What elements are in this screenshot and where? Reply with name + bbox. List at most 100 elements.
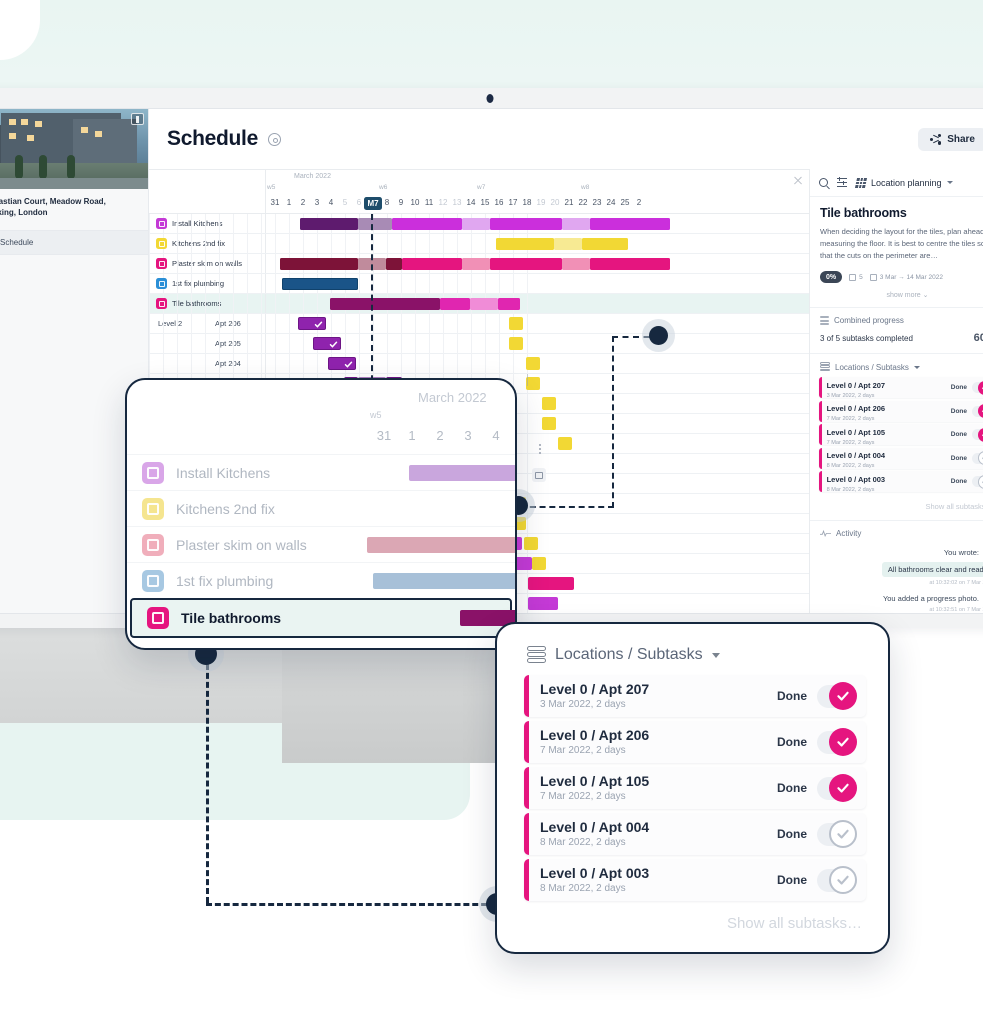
detail-scroll[interactable]: Tile bathrooms When deciding the layout … <box>810 197 983 613</box>
gantt-day-4[interactable]: 4 <box>324 198 338 207</box>
callout-day-4[interactable]: 4 <box>482 428 510 443</box>
callout-task-row[interactable]: Tile bathrooms <box>130 598 515 638</box>
gantt-bar[interactable] <box>528 577 574 590</box>
gear-icon[interactable] <box>267 132 281 146</box>
subtask-done-toggle[interactable] <box>817 866 857 894</box>
gantt-day-11[interactable]: 11 <box>422 198 436 207</box>
subtask-row[interactable]: Level 0 / Apt 206 7 Mar 2022, 2 days Done <box>819 400 983 422</box>
gantt-day-15[interactable]: 15 <box>478 198 492 207</box>
gantt-bar[interactable] <box>582 238 628 250</box>
subtask-done-toggle[interactable] <box>972 451 983 465</box>
callout-subtask-header[interactable]: Locations / Subtasks <box>497 624 888 664</box>
callout-subtask-row[interactable]: Level 0 / Apt 105 7 Mar 2022, 2 days Done <box>524 767 866 809</box>
gantt-bar[interactable] <box>392 218 462 230</box>
subtask-row[interactable]: Level 0 / Apt 105 7 Mar 2022, 2 days Done <box>819 424 983 445</box>
callout-day-31[interactable]: 31 <box>370 428 398 443</box>
gantt-day-9[interactable]: 9 <box>394 198 408 207</box>
callout-task-row[interactable]: 1st fix plumbing <box>127 562 515 598</box>
expand-photo-icon[interactable] <box>131 113 144 125</box>
gantt-day-8[interactable]: 8 <box>380 198 394 207</box>
subtask-done-toggle[interactable] <box>972 474 983 489</box>
subtask-done-toggle[interactable] <box>817 682 857 710</box>
gantt-bar[interactable] <box>524 537 538 550</box>
gantt-bar[interactable] <box>470 298 498 310</box>
photo-icon[interactable] <box>532 468 546 482</box>
callout-subtask-row[interactable]: Level 0 / Apt 206 7 Mar 2022, 2 days Done <box>524 721 866 763</box>
gantt-bar[interactable] <box>554 238 582 250</box>
share-button[interactable]: Share <box>918 127 983 151</box>
gantt-bar[interactable] <box>358 218 392 230</box>
show-all-subtasks-button[interactable]: Show all subtasks… <box>810 495 983 521</box>
gantt-day-5[interactable]: 5 <box>338 198 352 207</box>
gantt-bar[interactable] <box>462 218 490 230</box>
callout-subtask-row[interactable]: Level 0 / Apt 003 8 Mar 2022, 2 days Done <box>524 859 866 901</box>
gantt-row-1st-fix-plumbing[interactable]: 1st fix plumbing <box>149 274 809 294</box>
view-selector[interactable]: Location planning <box>854 177 953 188</box>
gantt-row-tile-bathrooms[interactable]: Tile bathrooms <box>149 294 809 314</box>
callout-gantt-bar[interactable] <box>367 536 515 553</box>
gantt-row-kitchens-2nd-fix[interactable]: Kitchens 2nd fix <box>149 234 809 254</box>
gantt-bar[interactable] <box>282 278 358 290</box>
subtask-row[interactable]: Level 0 / Apt 003 8 Mar 2022, 2 days Done <box>819 471 983 492</box>
callout-gantt-bar[interactable] <box>373 572 515 589</box>
gantt-bar[interactable] <box>496 238 554 250</box>
subtask-done-toggle[interactable] <box>972 427 983 442</box>
gantt-bar[interactable] <box>526 357 540 370</box>
show-more-button[interactable]: show more ⌄ <box>810 283 983 308</box>
gantt-bar[interactable] <box>528 597 558 610</box>
gantt-day-24[interactable]: 24 <box>604 198 618 207</box>
gantt-day-22[interactable]: 22 <box>576 198 590 207</box>
callout-subtask-row[interactable]: Level 0 / Apt 207 3 Mar 2022, 2 days Done <box>524 675 866 717</box>
gantt-day-12[interactable]: 12 <box>436 198 450 207</box>
gantt-day-20[interactable]: 20 <box>548 198 562 207</box>
callout-show-all-button[interactable]: Show all subtasks… <box>497 905 888 932</box>
filter-icon[interactable] <box>837 177 847 187</box>
gantt-day-10[interactable]: 10 <box>408 198 422 207</box>
gantt-day-1[interactable]: 1 <box>282 198 296 207</box>
gantt-bar[interactable] <box>590 258 670 270</box>
callout-task-row[interactable]: Install Kitchens <box>127 454 515 490</box>
gantt-bar[interactable] <box>462 258 490 270</box>
gantt-bar[interactable] <box>532 557 546 570</box>
gantt-bar[interactable] <box>300 218 358 230</box>
gantt-day-21[interactable]: 21 <box>562 198 576 207</box>
callout-day-2[interactable]: 2 <box>426 428 454 443</box>
gantt-day-19[interactable]: 19 <box>534 198 548 207</box>
gantt-bar[interactable] <box>386 258 402 270</box>
gantt-subrow-apt-205[interactable]: Apt 205 <box>149 334 809 354</box>
gantt-day-3[interactable]: 3 <box>310 198 324 207</box>
subtask-done-toggle[interactable] <box>817 774 857 802</box>
gantt-bar[interactable] <box>330 298 440 310</box>
subtask-row[interactable]: Level 0 / Apt 004 8 Mar 2022, 2 days Done <box>819 447 983 469</box>
gantt-bar[interactable] <box>542 397 556 410</box>
gantt-bar[interactable] <box>490 258 562 270</box>
gantt-day-14[interactable]: 14 <box>464 198 478 207</box>
subtask-done-toggle[interactable] <box>817 728 857 756</box>
subtask-done-toggle[interactable] <box>972 380 983 395</box>
locations-subtasks-header[interactable]: Locations / Subtasks <box>810 354 983 377</box>
gantt-bar[interactable] <box>280 258 358 270</box>
gantt-bar[interactable] <box>509 317 523 330</box>
close-icon[interactable] <box>793 175 803 185</box>
gantt-day-17[interactable]: 17 <box>506 198 520 207</box>
gantt-bar[interactable] <box>498 298 520 310</box>
subtask-done-toggle[interactable] <box>972 404 983 418</box>
gantt-bar[interactable] <box>490 218 562 230</box>
more-options-icon[interactable] <box>532 440 548 458</box>
gantt-bar[interactable] <box>440 298 470 310</box>
subtask-row[interactable]: Level 0 / Apt 207 3 Mar 2022, 2 days Done <box>819 377 983 398</box>
gantt-row-plaster-skim[interactable]: Plaster skim on walls <box>149 254 809 274</box>
gantt-bar[interactable] <box>509 337 523 350</box>
gantt-day-31[interactable]: 31 <box>268 198 282 207</box>
gantt-row-install-kitchens[interactable]: Install Kitchens <box>149 214 809 234</box>
callout-subtask-row[interactable]: Level 0 / Apt 004 8 Mar 2022, 2 days Done <box>524 813 866 855</box>
callout-day-3[interactable]: 3 <box>454 428 482 443</box>
gantt-day-23[interactable]: 23 <box>590 198 604 207</box>
gantt-day-18[interactable]: 18 <box>520 198 534 207</box>
callout-task-row[interactable]: Kitchens 2nd fix <box>127 490 515 526</box>
resize-handle[interactable] <box>523 374 533 386</box>
gantt-subrow-apt-204[interactable]: Apt 204 <box>149 354 809 374</box>
gantt-bar[interactable] <box>590 218 670 230</box>
gantt-day-2[interactable]: 2 <box>296 198 310 207</box>
callout-day-1[interactable]: 1 <box>398 428 426 443</box>
